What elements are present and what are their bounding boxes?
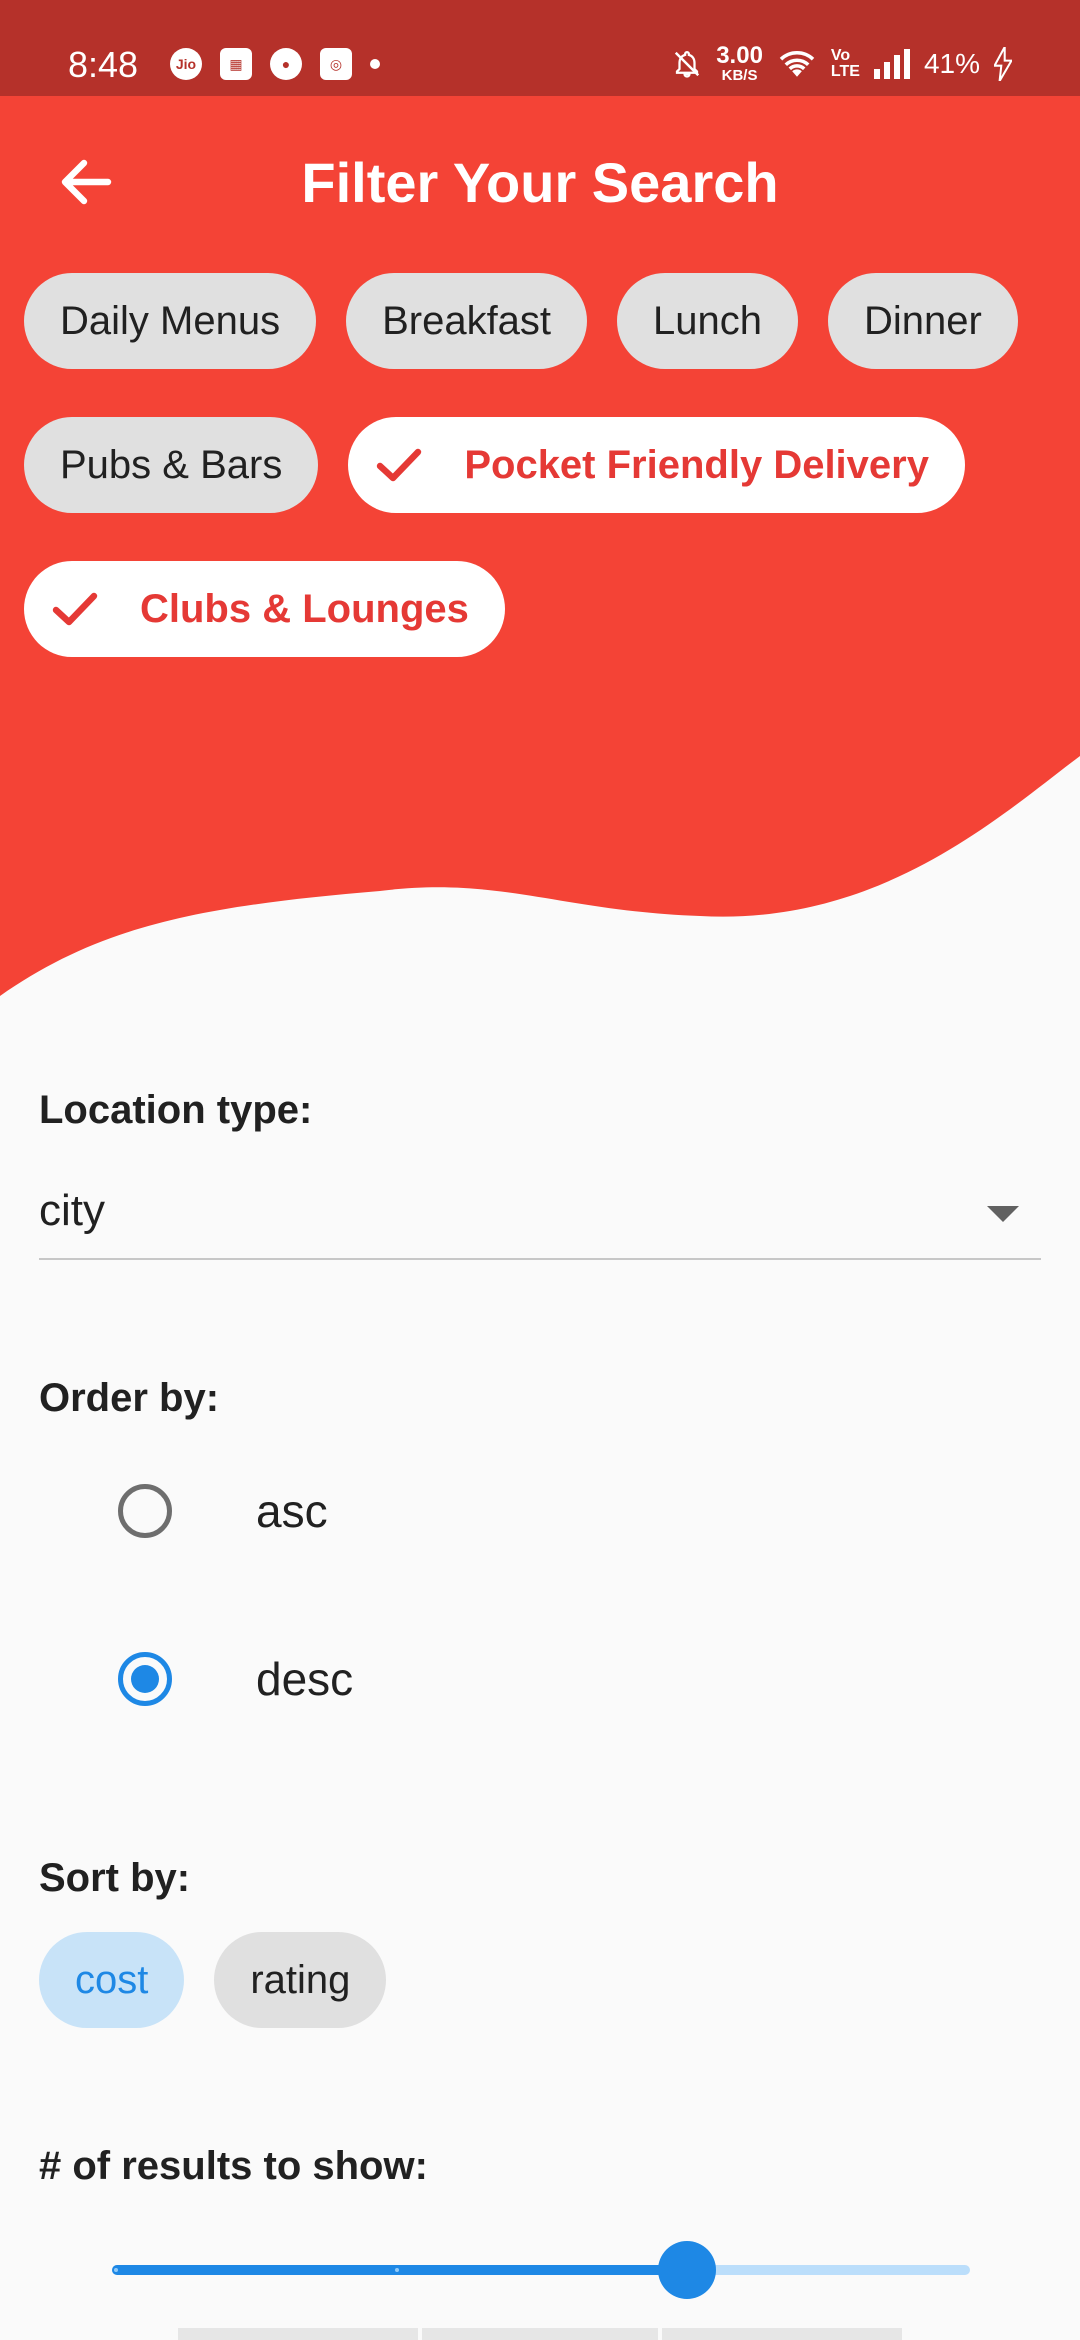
chip-pocket-friendly-delivery[interactable]: Pocket Friendly Delivery <box>348 417 965 513</box>
location-type-dropdown[interactable]: city <box>39 1172 1041 1260</box>
radio-label-asc: asc <box>256 1485 328 1537</box>
chip-label: Daily Menus <box>60 298 281 343</box>
order-option-desc[interactable]: desc <box>118 1652 353 1706</box>
radio-asc[interactable] <box>118 1484 172 1538</box>
slider-tick <box>964 2268 968 2272</box>
instagram-icon: ◎ <box>320 48 352 80</box>
net-speed: 3.00 KB/S <box>716 42 763 84</box>
chip-dinner[interactable]: Dinner <box>828 273 1018 369</box>
chip-label: Lunch <box>653 298 763 343</box>
chip-breakfast[interactable]: Breakfast <box>346 273 588 369</box>
volte-icon: Vo LTE <box>830 46 860 80</box>
status-time: 8:48 <box>68 44 139 85</box>
volte-bottom: LTE <box>830 62 860 80</box>
wifi-icon <box>779 50 815 77</box>
dot-icon <box>370 59 380 69</box>
chip-label: rating <box>250 1957 351 2002</box>
radio-desc[interactable] <box>118 1652 172 1706</box>
dropdown-arrow-icon <box>987 1206 1019 1222</box>
palette-icon: ● <box>270 48 302 80</box>
order-by-label: Order by: <box>39 1376 220 1420</box>
signal-icon <box>873 48 910 79</box>
net-speed-unit: KB/S <box>721 67 758 84</box>
slider-tick <box>114 2268 118 2272</box>
chip-clubs-lounges[interactable]: Clubs & Lounges <box>24 561 505 657</box>
jio-icon: Jio <box>170 48 202 80</box>
category-chips: Daily Menus Breakfast Lunch Dinner Pubs … <box>24 273 1064 657</box>
bottom-segment <box>422 2328 658 2340</box>
results-count-label: # of results to show: <box>39 2144 428 2188</box>
chip-label: cost <box>75 1957 149 2002</box>
chip-label: Dinner <box>864 298 982 343</box>
battery-percent: 41% <box>923 47 980 79</box>
sort-chips: cost rating <box>39 1932 387 2028</box>
location-type-value: city <box>39 1186 105 1235</box>
location-type-label: Location type: <box>39 1088 313 1132</box>
system-icons: 3.00 KB/S Vo LTE 41% <box>672 44 1012 83</box>
slider-tick <box>395 2268 399 2272</box>
gift-icon: ▦ <box>220 48 252 80</box>
status-bar: 8:48 Jio ▦ ● ◎ 3.00 KB/S Vo LTE 41% <box>0 0 1080 96</box>
net-speed-value: 3.00 <box>716 42 763 69</box>
results-count-slider[interactable] <box>112 2240 970 2300</box>
mute-bell-icon <box>675 50 700 78</box>
slider-active-track <box>112 2265 687 2275</box>
chip-label: Clubs & Lounges <box>140 586 469 631</box>
radio-label-desc: desc <box>256 1653 354 1705</box>
charging-icon <box>994 46 1012 81</box>
sort-chip-rating[interactable]: rating <box>214 1932 387 2028</box>
chip-daily-menus[interactable]: Daily Menus <box>24 273 317 369</box>
check-icon <box>52 591 98 627</box>
chip-label: Pubs & Bars <box>60 442 283 487</box>
page-title: Filter Your Search <box>301 151 779 214</box>
slider-thumb[interactable] <box>657 2241 716 2299</box>
order-option-asc[interactable]: asc <box>118 1484 328 1538</box>
volte-top: Vo <box>830 46 851 64</box>
sort-by-label: Sort by: <box>39 1856 191 1900</box>
chip-label: Breakfast <box>382 298 552 343</box>
bottom-segment <box>178 2328 418 2340</box>
sort-chip-cost[interactable]: cost <box>39 1932 185 2028</box>
check-icon <box>376 447 422 483</box>
chip-lunch[interactable]: Lunch <box>617 273 799 369</box>
chip-pubs-bars[interactable]: Pubs & Bars <box>24 417 319 513</box>
chip-label: Pocket Friendly Delivery <box>464 442 929 487</box>
bottom-segment <box>662 2328 902 2340</box>
notification-icons: Jio ▦ ● ◎ <box>170 48 380 80</box>
